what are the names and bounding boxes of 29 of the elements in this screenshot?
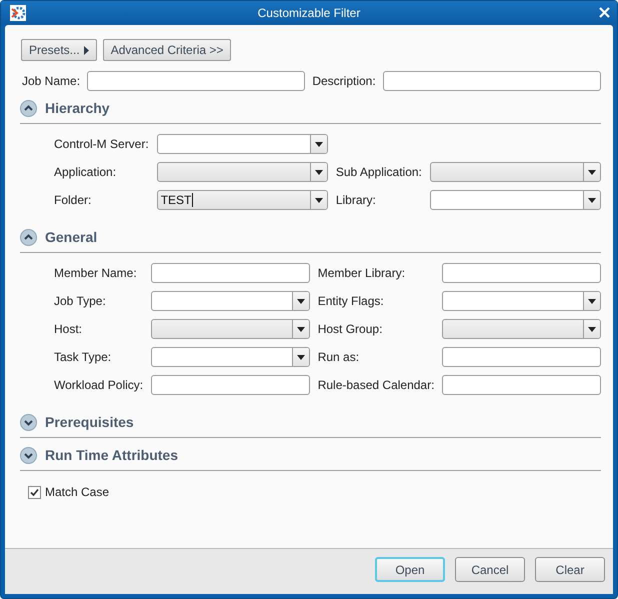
presets-menu-button[interactable]: Presets... [21,39,97,61]
section-title: Hierarchy [45,100,110,116]
field-label: Workload Policy: [54,378,144,392]
field-label: Library: [336,193,377,207]
field-label: Description: [312,74,376,88]
checkbox-label: Match Case [45,485,110,499]
combo-box[interactable]: TEST [156,190,328,210]
section-title: General [45,229,98,245]
section-title: Prerequisites [45,414,134,430]
dialog-button[interactable]: Open [375,557,445,582]
advanced-criteria-button[interactable]: Advanced Criteria >> [102,39,232,61]
field-label: Member Library: [318,266,406,280]
field-label: Member Name: [54,266,138,280]
section-title: Run Time Attributes [45,447,178,463]
field-label: Host Group: [318,322,384,336]
dialog-button[interactable]: Clear [535,557,605,582]
field-label: Task Type: [54,350,112,364]
dialog-button[interactable]: Cancel [455,557,525,582]
field-label: Folder: [54,193,92,207]
field-label: Entity Flags: [318,294,385,308]
field-label: Sub Application: [336,165,422,179]
field-label: Job Name: [22,74,80,88]
window-title: Customizable Filter [258,6,360,20]
field-label: Rule-based Calendar: [318,378,434,392]
field-label: Run as: [318,350,360,364]
field-label: Host: [54,322,84,336]
field-label: Control-M Server: [54,137,149,151]
field-label: Job Type: [54,294,107,308]
field-label: Application: [54,165,118,179]
